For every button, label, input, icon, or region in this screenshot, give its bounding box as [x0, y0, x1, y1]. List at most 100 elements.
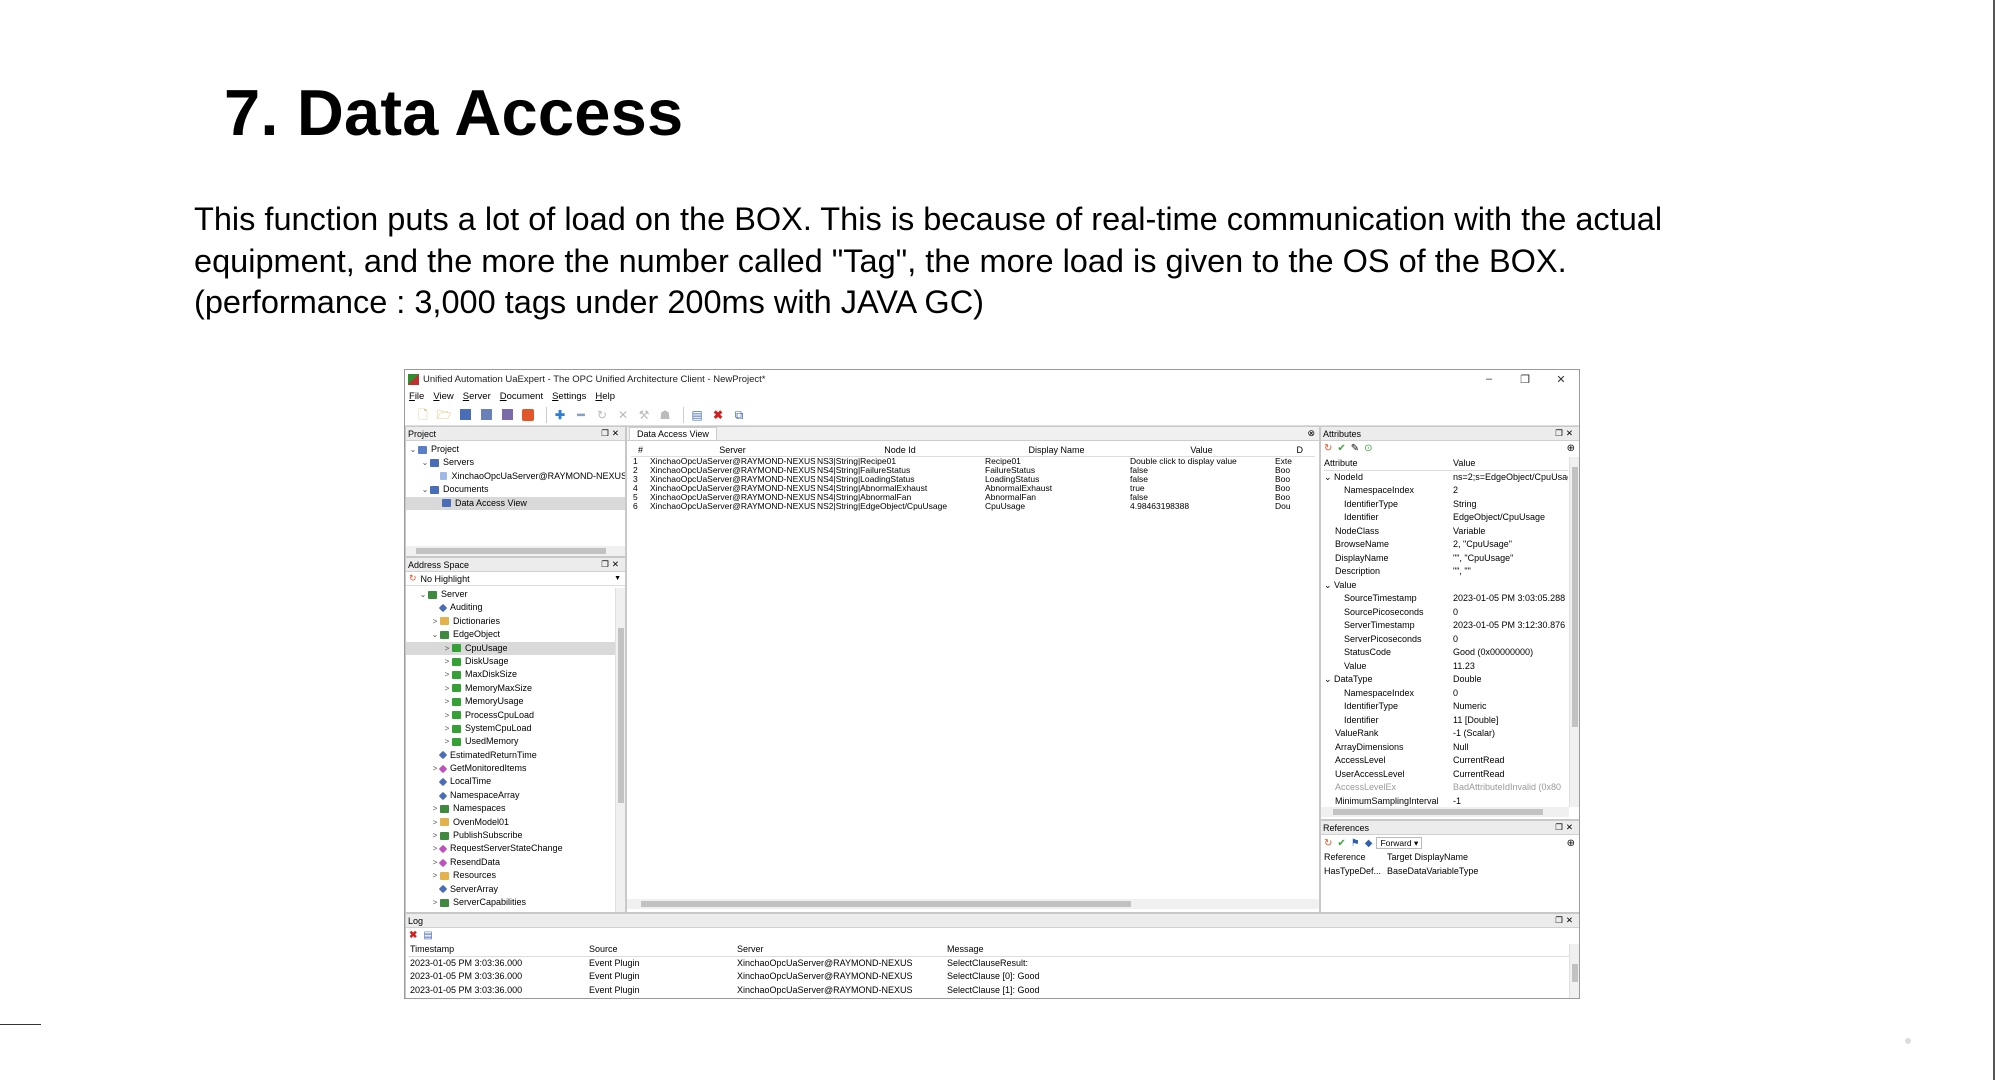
expand-toggle-icon[interactable]: > [430, 829, 440, 842]
refresh-icon[interactable]: ↻ [1324, 443, 1332, 454]
expand-toggle-icon[interactable]: > [442, 642, 452, 655]
tree-item[interactable]: > SystemCpuLoad [406, 722, 616, 735]
pen-icon[interactable]: ✎ [1351, 443, 1359, 454]
attribute-row[interactable]: AccessLevel CurrentRead [1324, 754, 1568, 768]
disconnect-icon[interactable]: ✕ [615, 407, 631, 423]
tree-item[interactable]: ⌄ Project [406, 443, 625, 456]
tree-item[interactable]: Data Access View [406, 496, 625, 510]
tree-item[interactable]: ⌄ Server [406, 588, 616, 601]
tree-item[interactable]: > CpuUsage [406, 641, 616, 655]
table-row[interactable]: 3 XinchaoOpcUaServer@RAYMOND-NEXUS NS4|Str… [631, 475, 1315, 484]
attribute-row[interactable]: AccessLevelEx BadAttributeIdInvalid (0x80 [1324, 781, 1568, 795]
tree-item[interactable]: > MemoryMaxSize [406, 682, 616, 695]
column-header[interactable]: Node Id [815, 445, 983, 455]
tree-item[interactable]: ⌄ EdgeObject [406, 628, 616, 641]
hierarchy-icon[interactable]: ⚑ [1351, 838, 1360, 849]
user-icon[interactable]: ☗ [657, 407, 673, 423]
expand-toggle-icon[interactable]: ⌄ [420, 483, 430, 496]
attribute-row[interactable]: NamespaceIndex 2 [1324, 484, 1568, 498]
attribute-row[interactable]: Description "", "" [1324, 565, 1568, 579]
expand-toggle-icon[interactable]: ⌄ [430, 628, 440, 641]
table-row[interactable]: 4 XinchaoOpcUaServer@RAYMOND-NEXUS NS4|Str… [631, 484, 1315, 493]
tree-item[interactable]: > PublishSubscribe [406, 829, 616, 842]
expand-toggle-icon[interactable]: > [430, 869, 440, 882]
attribute-row[interactable]: SourceTimestamp 2023-01-05 PM 3:03:05.288 [1324, 592, 1568, 606]
tree-item[interactable]: EstimatedReturnTime [406, 749, 616, 762]
tree-item[interactable]: > UsedMemory [406, 735, 616, 748]
close-tab-icon[interactable]: ⊗ [1307, 428, 1315, 439]
stop-icon[interactable] [520, 407, 536, 423]
target-icon[interactable]: ⊙ [1364, 443, 1372, 454]
restore-button[interactable]: ❐ [1507, 373, 1543, 386]
expand-toggle-icon[interactable]: > [442, 709, 452, 722]
remove-server-icon[interactable]: ━ [573, 407, 589, 423]
column-header[interactable]: Server [648, 445, 815, 455]
attribute-row[interactable]: IdentifierType String [1324, 498, 1568, 512]
new-project-icon[interactable]: 🗋 [415, 407, 431, 423]
column-header[interactable]: D [1273, 445, 1304, 455]
tree-item[interactable]: > MaxDiskSize [406, 668, 616, 681]
attribute-row[interactable]: Value 11.23 [1324, 660, 1568, 674]
tree-item[interactable]: LocalTime [406, 775, 616, 788]
attribute-row[interactable]: ServerPicoseconds 0 [1324, 633, 1568, 647]
close-button[interactable]: ✕ [1543, 373, 1579, 386]
attribute-row[interactable]: ⌄ NodeId ns=2;s=EdgeObject/CpuUsage [1324, 471, 1568, 485]
menu-file[interactable]: File [409, 391, 424, 402]
add-server-icon[interactable]: ✚ [552, 407, 568, 423]
tree-item[interactable]: > OvenModel01 [406, 816, 616, 829]
attribute-row[interactable]: ⌄ Value [1324, 579, 1568, 593]
expand-toggle-icon[interactable]: ⌄ [418, 588, 428, 601]
tree-item[interactable]: > Dictionaries [406, 615, 616, 628]
open-project-icon[interactable]: 🗁 [436, 407, 452, 423]
minimize-button[interactable]: – [1471, 373, 1507, 385]
menu-view[interactable]: View [433, 391, 453, 402]
column-header[interactable]: Reference [1324, 851, 1387, 865]
panel-controls-icon[interactable]: ❐✕ [601, 559, 622, 570]
log-vscrollbar[interactable] [1569, 944, 1579, 998]
tree-item[interactable]: > ResendData [406, 856, 616, 869]
tree-item[interactable]: XinchaoOpcUaServer@RAYMOND-NEXUS [406, 470, 625, 483]
tree-item[interactable]: Auditing [406, 601, 616, 614]
settings-icon[interactable] [499, 407, 515, 423]
column-header[interactable]: Timestamp [408, 943, 587, 956]
clear-log-icon[interactable]: ✖ [409, 930, 417, 941]
direction-select[interactable]: Forward ▾ [1376, 837, 1423, 849]
column-header[interactable]: Target DisplayName [1387, 851, 1468, 865]
expand-toggle-icon[interactable]: > [430, 896, 440, 909]
node-icon[interactable]: ◆ [1365, 838, 1373, 849]
panel-controls-icon[interactable]: ❐✕ [1555, 822, 1576, 833]
attribute-row[interactable]: UserAccessLevel CurrentRead [1324, 768, 1568, 782]
attribute-row[interactable]: SourcePicoseconds 0 [1324, 606, 1568, 620]
column-header[interactable]: Display Name [983, 445, 1128, 455]
add-icon[interactable]: ⊕ [1567, 443, 1575, 454]
expand-toggle-icon[interactable]: ⌄ [408, 443, 418, 456]
tree-item[interactable]: > ServerCapabilities [406, 896, 616, 909]
tree-item[interactable]: > Namespaces [406, 802, 616, 815]
attribute-row[interactable]: ServerTimestamp 2023-01-05 PM 3:12:30.876 [1324, 619, 1568, 633]
panel-controls-icon[interactable]: ❐✕ [1555, 428, 1576, 439]
panel-controls-icon[interactable]: ❐✕ [1555, 915, 1576, 926]
refresh-icon[interactable]: ↻ [1324, 838, 1332, 849]
expand-toggle-icon[interactable]: > [430, 816, 440, 829]
document-icon[interactable]: ▤ [689, 407, 705, 423]
save-icon[interactable] [457, 407, 473, 423]
windows-icon[interactable]: ⧉ [731, 407, 747, 423]
log-row[interactable]: 2023-01-05 PM 3:03:36.000 Event Plugin Xin… [408, 970, 1579, 984]
reference-row[interactable]: HasTypeDef... BaseDataVariableType [1324, 865, 1579, 879]
attribute-row[interactable]: NodeClass Variable [1324, 525, 1568, 539]
tree-item[interactable]: > MemoryUsage [406, 695, 616, 708]
add-icon[interactable]: ⊕ [1567, 838, 1575, 849]
tree-item[interactable]: ⌄ Documents [406, 483, 625, 496]
expand-toggle-icon[interactable]: > [442, 668, 452, 681]
tree-item[interactable]: > GetMonitoredItems [406, 762, 616, 775]
attribute-row[interactable]: MinimumSamplingInterval -1 [1324, 795, 1568, 808]
refresh-icon[interactable]: ↻ [409, 573, 417, 584]
tools-icon[interactable]: ⚒ [636, 407, 652, 423]
menu-settings[interactable]: Settings [552, 391, 586, 402]
tree-item[interactable]: ⌄ Servers [406, 456, 625, 469]
menu-document[interactable]: Document [500, 391, 543, 402]
dropdown-arrow-icon[interactable]: ▼ [614, 575, 621, 582]
attribute-row[interactable]: StatusCode Good (0x00000000) [1324, 646, 1568, 660]
expand-toggle-icon[interactable]: ⌄ [420, 456, 430, 469]
attribute-row[interactable]: ArrayDimensions Null [1324, 741, 1568, 755]
